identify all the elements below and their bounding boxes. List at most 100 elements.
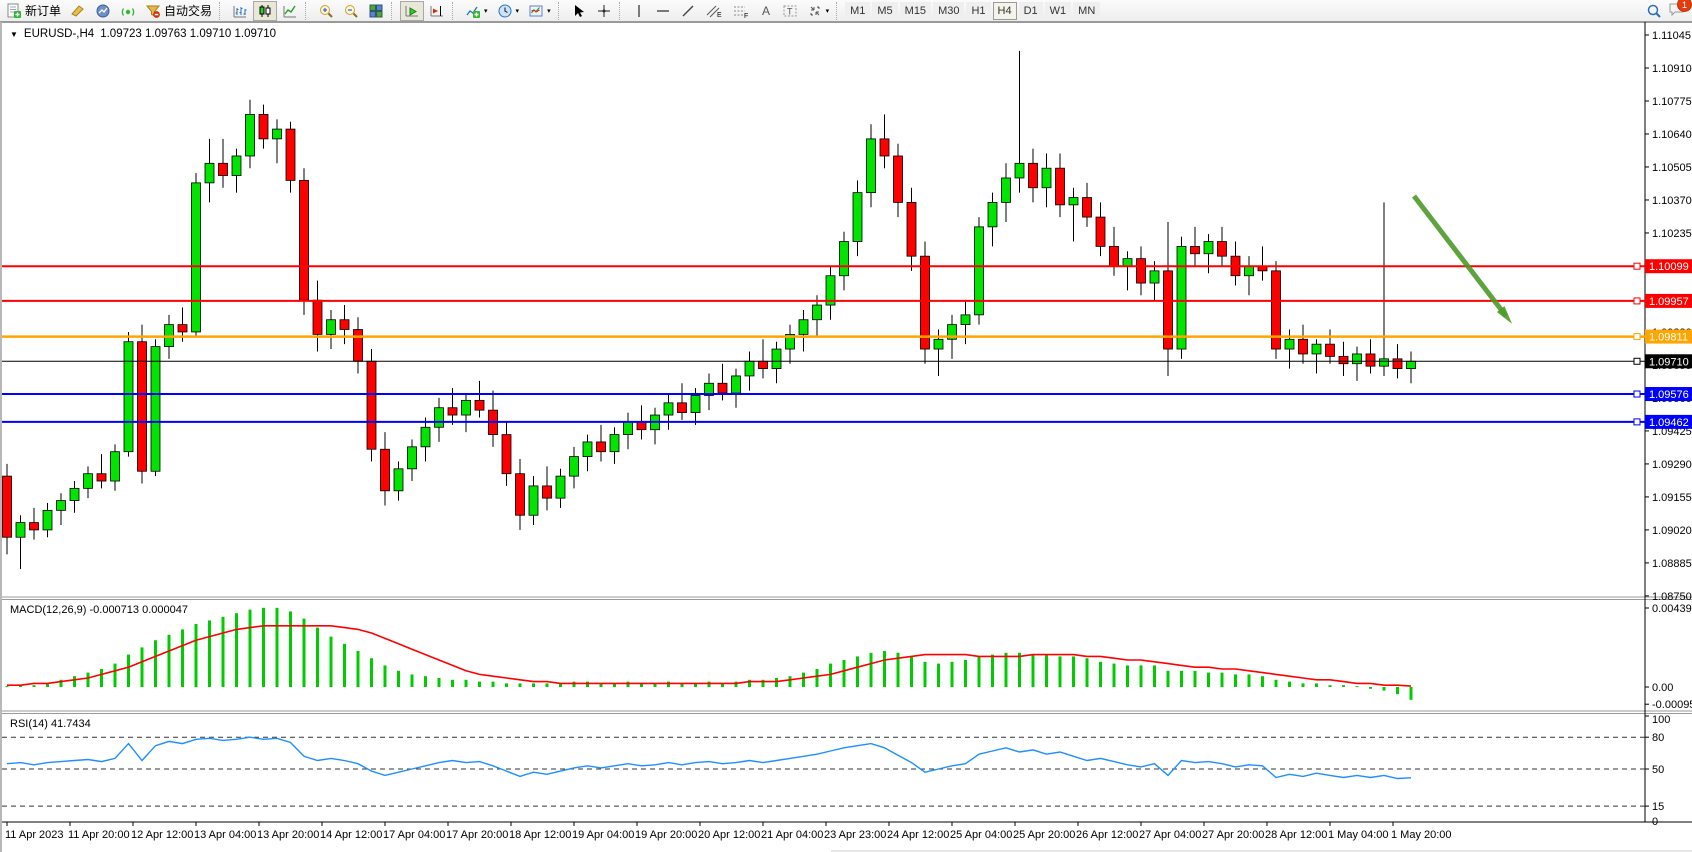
macd-histogram-bar (937, 664, 940, 687)
timeframe-button-m1[interactable]: M1 (845, 2, 870, 20)
time-axis-label: 23 Apr 23:00 (824, 829, 886, 841)
candle-body (300, 180, 309, 300)
timeframe-button-m5[interactable]: M5 (872, 2, 897, 20)
rsi-axis-label: 15 (1652, 801, 1664, 813)
candle-body (1299, 339, 1308, 354)
macd-histogram-bar (1126, 665, 1129, 687)
rsi-axis-label: 0 (1652, 816, 1658, 828)
chart-canvas[interactable]: 1.110451.109101.107751.106401.105051.103… (2, 22, 1692, 852)
bar-chart-type-button[interactable] (228, 1, 252, 21)
macd-histogram-bar (1167, 671, 1170, 687)
timeframe-button-d1[interactable]: D1 (1019, 2, 1043, 20)
vertical-line-tool-button[interactable] (628, 1, 650, 21)
line-handle[interactable] (1634, 263, 1640, 269)
metaeditor-button[interactable] (66, 1, 90, 21)
candle-body (637, 422, 646, 429)
macd-histogram-bar (1113, 664, 1116, 687)
auto-scroll-button[interactable] (400, 1, 424, 21)
arrows-tool-button[interactable]: ▾ (803, 1, 834, 21)
horizontal-line-tool-button[interactable] (651, 1, 675, 21)
chart-title: ▼ EURUSD-,H4 1.09723 1.09763 1.09710 1.0… (10, 28, 276, 40)
timeframe-button-mn[interactable]: MN (1073, 2, 1100, 20)
chart-shift-button[interactable] (425, 1, 449, 21)
text-label-tool-button[interactable]: T (778, 1, 802, 21)
candle-body (894, 156, 903, 202)
macd-histogram-bar (1248, 674, 1251, 687)
search-icon[interactable] (1646, 3, 1662, 19)
timeframe-button-w1[interactable]: W1 (1045, 2, 1072, 20)
text-label-icon: T (782, 3, 798, 19)
candle-body (813, 305, 822, 320)
candle-body (43, 510, 52, 530)
macd-histogram-bar (87, 673, 90, 687)
macd-histogram-bar (262, 608, 265, 687)
macd-histogram-bar (1086, 658, 1089, 687)
time-axis-label: 1 May 20:00 (1391, 829, 1452, 841)
tile-windows-button[interactable] (364, 1, 388, 21)
price-tag-label: 1.09811 (1649, 332, 1688, 344)
macd-histogram-bar (1329, 685, 1332, 687)
macd-histogram-bar (1045, 655, 1048, 687)
timeframe-button-h1[interactable]: H1 (966, 2, 990, 20)
candle-body (1393, 359, 1402, 369)
tile-windows-icon (368, 3, 384, 19)
macd-axis-label: 0.00439 (1652, 603, 1692, 615)
candlestick-chart-type-button[interactable] (253, 1, 277, 21)
candle-body (907, 202, 916, 256)
timeframe-button-m15[interactable]: M15 (900, 2, 931, 20)
crosshair-button[interactable] (592, 1, 616, 21)
macd-histogram-bar (6, 686, 9, 687)
chevron-down-icon[interactable]: ▼ (10, 30, 18, 39)
signals-button[interactable] (116, 1, 140, 21)
line-handle[interactable] (1634, 298, 1640, 304)
price-tick-label: 1.08885 (1652, 558, 1692, 570)
line-handle[interactable] (1634, 419, 1640, 425)
equidistant-channel-tool-button[interactable]: E (701, 1, 727, 21)
mt4-application: { "toolbar": { "new_order_label": "新订单",… (0, 0, 1692, 852)
timeframe-button-m30[interactable]: M30 (933, 2, 964, 20)
candle-body (178, 325, 187, 332)
indicators-button[interactable]: ▾ (461, 1, 492, 21)
candle-body (313, 300, 322, 334)
market-watch-button[interactable] (91, 1, 115, 21)
candle-body (1042, 168, 1051, 188)
macd-signal-line (7, 626, 1411, 686)
trend-arrow-object[interactable] (1414, 196, 1506, 316)
candle-body (1245, 266, 1254, 276)
macd-histogram-bar (1275, 680, 1278, 687)
notifications-button[interactable]: 1 (1668, 1, 1686, 20)
zoom-out-button[interactable] (339, 1, 363, 21)
template-icon (528, 3, 544, 19)
zoom-in-button[interactable] (314, 1, 338, 21)
horizontal-line-icon (655, 3, 671, 19)
toolbar-separator (305, 2, 311, 20)
line-handle[interactable] (1634, 334, 1640, 340)
candle-body (516, 474, 525, 516)
macd-histogram-bar (505, 683, 508, 687)
new-order-button[interactable]: 新订单 (2, 1, 65, 21)
templates-button[interactable]: ▾ (524, 1, 555, 21)
fibonacci-tool-button[interactable]: F (728, 1, 754, 21)
time-axis-label: 27 Apr 04:00 (1139, 829, 1201, 841)
price-tick-label: 1.10235 (1652, 228, 1692, 240)
periods-button[interactable]: ▾ (493, 1, 524, 21)
time-axis-label: 1 May 04:00 (1328, 829, 1389, 841)
candle-body (1312, 344, 1321, 354)
text-icon: A (759, 3, 773, 19)
line-handle[interactable] (1634, 391, 1640, 397)
candle-body (1353, 354, 1362, 364)
candle-body (745, 361, 754, 376)
trendline-tool-button[interactable] (676, 1, 700, 21)
line-chart-type-button[interactable] (278, 1, 302, 21)
macd-histogram-bar (384, 665, 387, 687)
auto-scroll-icon (404, 3, 420, 19)
macd-histogram-bar (154, 640, 157, 687)
candle-body (1380, 359, 1389, 366)
text-tool-button[interactable]: A (755, 1, 777, 21)
candle-body (3, 476, 12, 537)
timeframe-button-h4[interactable]: H4 (993, 2, 1017, 20)
cursor-button[interactable] (567, 1, 591, 21)
candle-body (1191, 246, 1200, 253)
autotrading-button[interactable]: 自动交易 (141, 1, 216, 21)
line-handle[interactable] (1634, 358, 1640, 364)
